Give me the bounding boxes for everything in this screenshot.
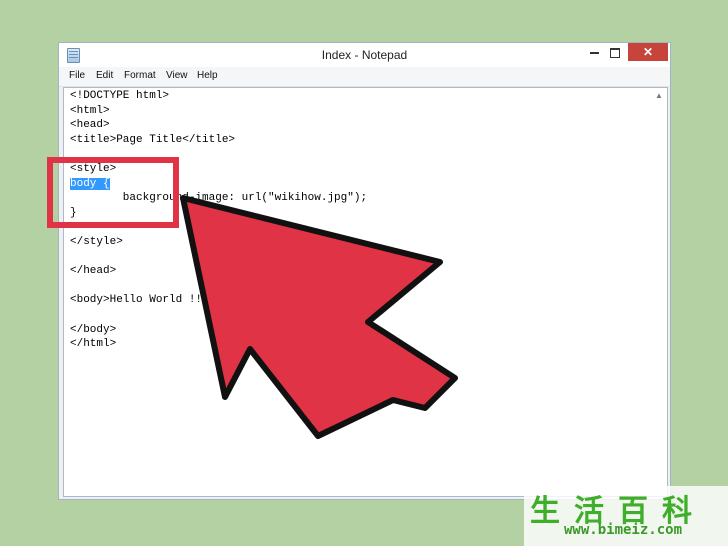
watermark-url: www.bimeiz.com — [564, 522, 683, 538]
annotation-arrow-icon — [180, 195, 458, 439]
watermark: 生活百科 www.bimeiz.com — [524, 486, 728, 546]
